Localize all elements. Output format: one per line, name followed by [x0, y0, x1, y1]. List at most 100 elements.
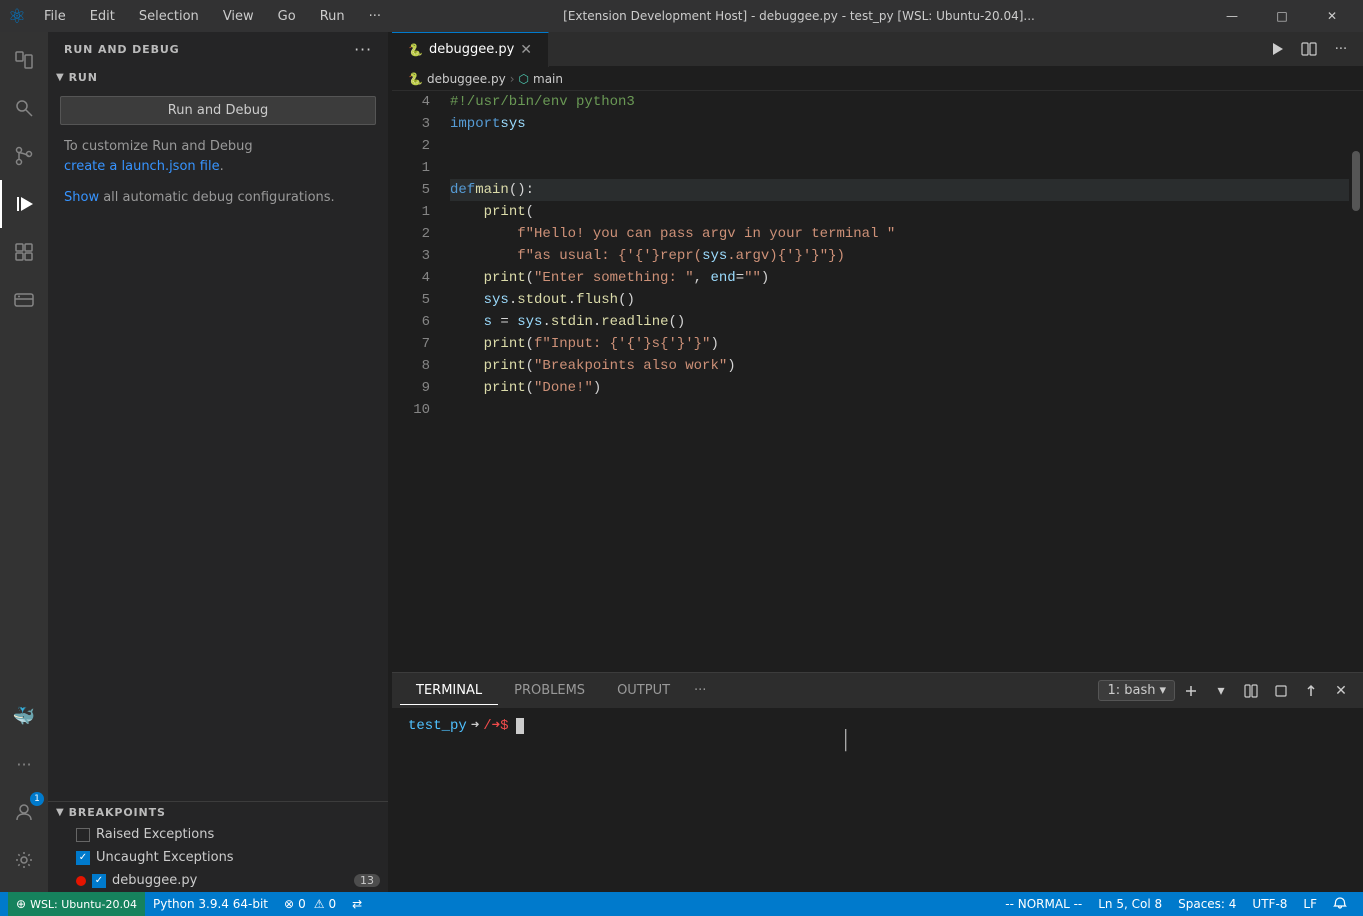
- explorer-icon[interactable]: [0, 36, 48, 84]
- shell-label: 1: bash: [1107, 683, 1155, 698]
- run-section-header[interactable]: ▼ debug-icon RUN: [48, 67, 388, 88]
- breadcrumb-symbol[interactable]: main: [533, 72, 563, 86]
- tab-close-button[interactable]: ✕: [520, 42, 532, 58]
- docker-icon[interactable]: 🐳: [0, 692, 48, 740]
- main-layout: 🐳 ··· 1 RUN AND DEBUG ···: [0, 32, 1363, 892]
- output-tab[interactable]: OUTPUT: [601, 677, 686, 705]
- code-line-8: f"as usual: {'{'}repr(sys.argv){'}'}"}): [450, 245, 1349, 267]
- vim-mode-label: -- NORMAL --: [1005, 897, 1082, 911]
- debuggee-label: debuggee.py: [112, 873, 197, 888]
- uncaught-exceptions-checkbox[interactable]: ✓: [76, 851, 90, 865]
- code-content[interactable]: #!/usr/bin/env python3 import sys def ma…: [442, 91, 1349, 672]
- debuggee-breakpoint-item[interactable]: ✓ debuggee.py 13: [48, 869, 388, 892]
- show-auto-debug-link[interactable]: Show: [64, 190, 99, 205]
- cursor-position-label: Ln 5, Col 8: [1098, 897, 1162, 911]
- terminal-dropdown-icon[interactable]: ▾: [1207, 677, 1235, 705]
- search-icon[interactable]: [0, 84, 48, 132]
- close-panel-button[interactable]: ✕: [1327, 677, 1355, 705]
- debuggee-checkbox[interactable]: ✓: [92, 874, 106, 888]
- add-terminal-button[interactable]: [1177, 677, 1205, 705]
- shell-dropdown-icon: ▾: [1159, 683, 1166, 698]
- menu-file[interactable]: File: [36, 7, 74, 26]
- warning-icon: ⚠: [314, 897, 325, 911]
- hint-period: .: [220, 159, 224, 174]
- notification-icon[interactable]: [1325, 892, 1355, 916]
- close-button[interactable]: ✕: [1309, 0, 1355, 32]
- menu-more[interactable]: ···: [361, 7, 389, 26]
- run-editor-button[interactable]: [1263, 35, 1291, 63]
- error-count: 0: [298, 897, 306, 911]
- more-actions-icon[interactable]: ···: [354, 40, 372, 59]
- raised-exceptions-item[interactable]: Raised Exceptions: [48, 823, 388, 846]
- breakpoints-section-header[interactable]: ▼ BREAKPOINTS: [48, 802, 388, 823]
- menu-view[interactable]: View: [215, 7, 262, 26]
- line-ending-status[interactable]: LF: [1295, 892, 1325, 916]
- tab-label: debuggee.py: [429, 42, 514, 57]
- kill-terminal-button[interactable]: [1267, 677, 1295, 705]
- minimize-button[interactable]: —: [1209, 0, 1255, 32]
- split-editor-button[interactable]: [1295, 35, 1323, 63]
- error-icon: ⊗: [284, 897, 294, 911]
- collapse-run-icon: ▼: [56, 72, 65, 83]
- code-line-13: print("Breakpoints also work"): [450, 355, 1349, 377]
- code-line-3: [450, 135, 1349, 157]
- sidebar-title: RUN AND DEBUG: [64, 43, 180, 56]
- cursor-position-status[interactable]: Ln 5, Col 8: [1090, 892, 1170, 916]
- split-terminal-button[interactable]: [1237, 677, 1265, 705]
- code-line-1: #!/usr/bin/env python3: [450, 91, 1349, 113]
- spaces-status[interactable]: Spaces: 4: [1170, 892, 1244, 916]
- terminal-tab[interactable]: TERMINAL: [400, 677, 498, 705]
- run-label: RUN: [69, 71, 98, 84]
- tab-bar: 🐍 debuggee.py ✕ ···: [392, 32, 1363, 67]
- vim-mode-status: -- NORMAL --: [997, 892, 1090, 916]
- terminal-content[interactable]: test_py ➜ /➜$: [392, 709, 1363, 809]
- accounts-icon[interactable]: 1: [0, 788, 48, 836]
- symbol-breadcrumb-icon: ⬡: [519, 72, 529, 86]
- remote-status[interactable]: ⇄: [344, 892, 370, 916]
- problems-tab[interactable]: PROBLEMS: [498, 677, 601, 705]
- debuggee-count: 13: [354, 874, 380, 887]
- hint-text-2: Show all automatic debug configurations.: [48, 184, 388, 216]
- python-version-status[interactable]: Python 3.9.4 64-bit: [145, 892, 276, 916]
- more-actions-button[interactable]: ···: [1327, 35, 1355, 63]
- menu-selection[interactable]: Selection: [131, 7, 207, 26]
- source-control-icon[interactable]: [0, 132, 48, 180]
- encoding-status[interactable]: UTF-8: [1244, 892, 1295, 916]
- maximize-panel-button[interactable]: [1297, 677, 1325, 705]
- breadcrumb-separator: ›: [510, 72, 515, 86]
- terminal-shell-selector[interactable]: 1: bash ▾: [1098, 680, 1175, 701]
- status-bar: ⊕ WSL: Ubuntu-20.04 Python 3.9.4 64-bit …: [0, 892, 1363, 916]
- line-ending-label: LF: [1303, 897, 1317, 911]
- window-controls: — □ ✕: [1209, 0, 1355, 32]
- menu-edit[interactable]: Edit: [82, 7, 123, 26]
- maximize-button[interactable]: □: [1259, 0, 1305, 32]
- breadcrumb-file[interactable]: debuggee.py: [427, 72, 506, 86]
- menu-run[interactable]: Run: [312, 7, 353, 26]
- code-lines-container: 4 3 2 1 5 1 2 3 4 5 6 7 8 9 10 #: [392, 91, 1363, 672]
- code-editor[interactable]: 4 3 2 1 5 1 2 3 4 5 6 7 8 9 10 #: [392, 91, 1363, 672]
- debuggee-tab[interactable]: 🐍 debuggee.py ✕: [392, 32, 549, 67]
- terminal-more-tabs[interactable]: ···: [686, 677, 714, 704]
- vscode-logo: ⚛: [8, 4, 26, 28]
- settings-icon[interactable]: [0, 836, 48, 884]
- run-debug-button[interactable]: Run and Debug: [60, 96, 376, 125]
- menu-go[interactable]: Go: [270, 7, 304, 26]
- sidebar-header-actions: ···: [354, 40, 372, 59]
- uncaught-exceptions-item[interactable]: ✓ Uncaught Exceptions: [48, 846, 388, 869]
- hint-text-1: To customize Run and Debug: [64, 139, 253, 154]
- remote-arrows-icon: ⇄: [352, 897, 362, 911]
- raised-exceptions-checkbox[interactable]: [76, 828, 90, 842]
- editor-scrollbar[interactable]: [1349, 91, 1363, 672]
- title-bar: ⚛ File Edit Selection View Go Run ··· [E…: [0, 0, 1363, 32]
- terminal-tabs: TERMINAL PROBLEMS OUTPUT ··· 1: bash ▾: [392, 673, 1363, 709]
- warning-count: 0: [328, 897, 336, 911]
- more-icon[interactable]: ···: [0, 740, 48, 788]
- terminal-prompt: test_py ➜ /➜$: [408, 717, 1347, 734]
- create-launch-link[interactable]: create a launch.json file: [64, 159, 220, 174]
- remote-explorer-icon[interactable]: [0, 276, 48, 324]
- errors-status[interactable]: ⊗ 0 ⚠ 0: [276, 892, 344, 916]
- extensions-icon[interactable]: [0, 228, 48, 276]
- code-line-2: import sys: [450, 113, 1349, 135]
- debug-run-icon[interactable]: [0, 180, 48, 228]
- wsl-status[interactable]: ⊕ WSL: Ubuntu-20.04: [8, 892, 145, 916]
